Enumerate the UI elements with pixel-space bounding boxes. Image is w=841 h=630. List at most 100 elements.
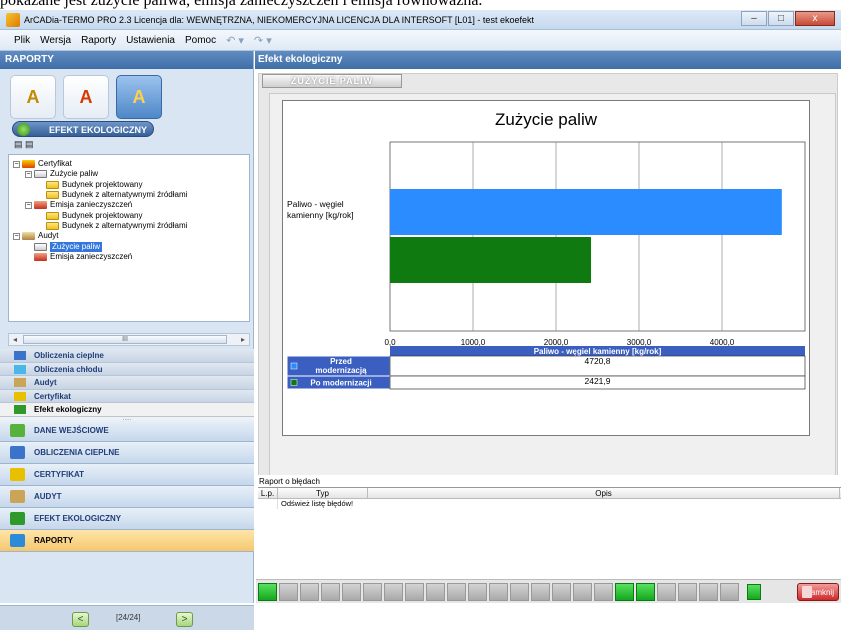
menu-pomoc[interactable]: Pomoc (185, 35, 216, 46)
category-item[interactable]: Efekt ekologiczny (0, 403, 254, 417)
tree-node[interactable]: Budynek projektowany (13, 180, 249, 190)
tree-node-label: Certyfikat (38, 159, 72, 169)
tree-node[interactable]: Budynek z alternatywnymi źródłami (13, 190, 249, 200)
nav-item[interactable]: RAPORTY (0, 530, 254, 552)
progress-segment (615, 582, 634, 601)
tree-node-label: Budynek projektowany (62, 210, 143, 220)
left-panel-header: RAPORTY (0, 51, 253, 69)
tree-expander-icon[interactable]: − (13, 232, 20, 240)
toolbar-undo-icon[interactable]: ↶ ▾ (226, 34, 244, 47)
prev-page-button[interactable]: < (72, 612, 89, 627)
toolbar-redo-icon[interactable]: ↷ ▾ (254, 34, 272, 47)
cert-icon (22, 160, 35, 169)
scroll-left-icon[interactable]: ◂ (9, 334, 21, 345)
progress-segment (699, 582, 718, 601)
nav-label: OBLICZENIA CIEPLNE (34, 448, 120, 457)
bar-przed (390, 189, 782, 235)
cell-lp (258, 499, 278, 509)
tree-node[interactable]: Zużycie paliw (13, 241, 249, 252)
progress-segment (531, 582, 550, 601)
progress-segment (300, 582, 319, 601)
nav-label: EFEKT EKOLOGICZNY (34, 514, 122, 523)
tree-node[interactable]: − Zużycie paliw (13, 169, 249, 179)
cell-typ: Odśwież listę błędów! (281, 499, 354, 508)
menu-ustawienia[interactable]: Ustawienia (126, 35, 175, 46)
col-typ[interactable]: Typ (278, 488, 368, 498)
collapse-all-icon[interactable]: ▤ (25, 139, 34, 149)
menu-plik[interactable]: Plik (14, 35, 30, 46)
next-page-button[interactable]: > (176, 612, 193, 627)
progress-segment (468, 582, 487, 601)
report-content: Zużycie paliw 0,0 1000,0 2000,0 3000,0 4000,… (269, 93, 836, 513)
report-type-pro-icon[interactable]: A (116, 75, 162, 119)
category-label: Obliczenia cieplne (34, 351, 104, 360)
col-opis[interactable]: Opis (368, 488, 840, 498)
error-table-row[interactable]: Odśwież listę błędów! (258, 499, 841, 509)
report-tree: − Certyfikat − Zużycie paliw Budynek projekt… (8, 154, 250, 322)
nav-item[interactable]: OBLICZENIA CIEPLNE (0, 442, 254, 464)
tree-expander-icon[interactable]: − (25, 201, 32, 209)
close-button[interactable]: Zamknij (797, 583, 839, 601)
category-label: Obliczenia chłodu (34, 364, 103, 374)
category-icon (14, 351, 26, 360)
eko-effect-button[interactable]: EFEKT EKOLOGICZNY (12, 121, 154, 137)
value-text: 2421,9 (585, 376, 611, 386)
nav-item[interactable]: AUDYT (0, 486, 254, 508)
nav-item[interactable]: DANE WEJŚCIOWE (0, 420, 254, 442)
scroll-right-icon[interactable]: ▸ (237, 334, 249, 345)
menu-wersja[interactable]: Wersja (40, 35, 71, 46)
nav-icon (10, 490, 25, 503)
scroll-thumb[interactable]: III (23, 335, 227, 344)
top-caption: pokazane jest zużycie paliwa, emisja zan… (0, 0, 841, 10)
tree-expander-icon[interactable]: − (13, 160, 20, 168)
nav-item[interactable]: CERTYFIKAT (0, 464, 254, 486)
category-item[interactable]: Obliczenia cieplne (0, 349, 254, 363)
tree-node-label: Emisja zanieczyszczeń (50, 200, 133, 210)
progress-segment (426, 582, 445, 601)
tree-node[interactable]: Budynek projektowany (13, 210, 249, 220)
tree-node[interactable]: Emisja zanieczyszczeń (13, 252, 249, 262)
nav-icon (10, 468, 25, 481)
calculator-icon[interactable] (747, 583, 761, 600)
report-tab-area: ZUŻYCIE PALIW Zużycie paliw 0,0 1000,0 200… (258, 73, 838, 515)
right-panel-header: Efekt ekologiczny (255, 51, 841, 69)
emis-icon (34, 201, 47, 210)
tree-node[interactable]: − Emisja zanieczyszczeń (13, 200, 249, 210)
leaf-icon (17, 123, 30, 136)
tree-node[interactable]: − Audyt (13, 231, 249, 241)
folder-icon (46, 211, 59, 220)
fuel-icon (34, 242, 47, 251)
report-type-1-icon[interactable]: A (10, 75, 56, 119)
category-item[interactable]: Certyfikat (0, 389, 254, 403)
tree-horizontal-scrollbar[interactable]: ◂ III ▸ (8, 333, 250, 346)
tree-node[interactable]: − Certyfikat (13, 159, 249, 169)
menu-raporty[interactable]: Raporty (81, 35, 116, 46)
minimize-button[interactable]: – (741, 11, 767, 26)
door-icon (802, 586, 812, 598)
col-lp[interactable]: L.p. (258, 488, 278, 498)
progress-segment (489, 582, 508, 601)
progress-segment (258, 582, 277, 601)
report-type-2-icon[interactable]: A (63, 75, 109, 119)
category-icon (14, 405, 26, 414)
nav-item[interactable]: EFEKT EKOLOGICZNY (0, 508, 254, 530)
category-item[interactable]: Audyt (0, 376, 254, 390)
nav-icon (10, 446, 25, 459)
tree-expander-icon[interactable]: − (25, 170, 32, 178)
tree-node-label: Budynek z alternatywnymi źródłami (62, 220, 188, 230)
tree-node-label: Budynek z alternatywnymi źródłami (62, 190, 188, 200)
close-window-button[interactable]: x (795, 11, 835, 26)
category-icon (14, 364, 26, 374)
tab-zuzycie-paliw[interactable]: ZUŻYCIE PALIW (262, 74, 402, 88)
progress-segment (678, 582, 697, 601)
progress-segment (279, 582, 298, 601)
progress-segment (657, 582, 676, 601)
tree-node[interactable]: Budynek z alternatywnymi źródłami (13, 221, 249, 231)
tree-node-label: Zużycie paliw (50, 241, 103, 252)
right-panel: Efekt ekologiczny ZUŻYCIE PALIW Zużycie … (255, 51, 841, 603)
tick-label: 2000,0 (544, 338, 569, 347)
category-item[interactable]: Obliczenia chłodu (0, 362, 254, 376)
expand-all-icon[interactable]: ▤ (14, 139, 23, 149)
maximize-button[interactable]: □ (768, 11, 794, 26)
bottom-toolbar: Zamknij (256, 579, 841, 603)
